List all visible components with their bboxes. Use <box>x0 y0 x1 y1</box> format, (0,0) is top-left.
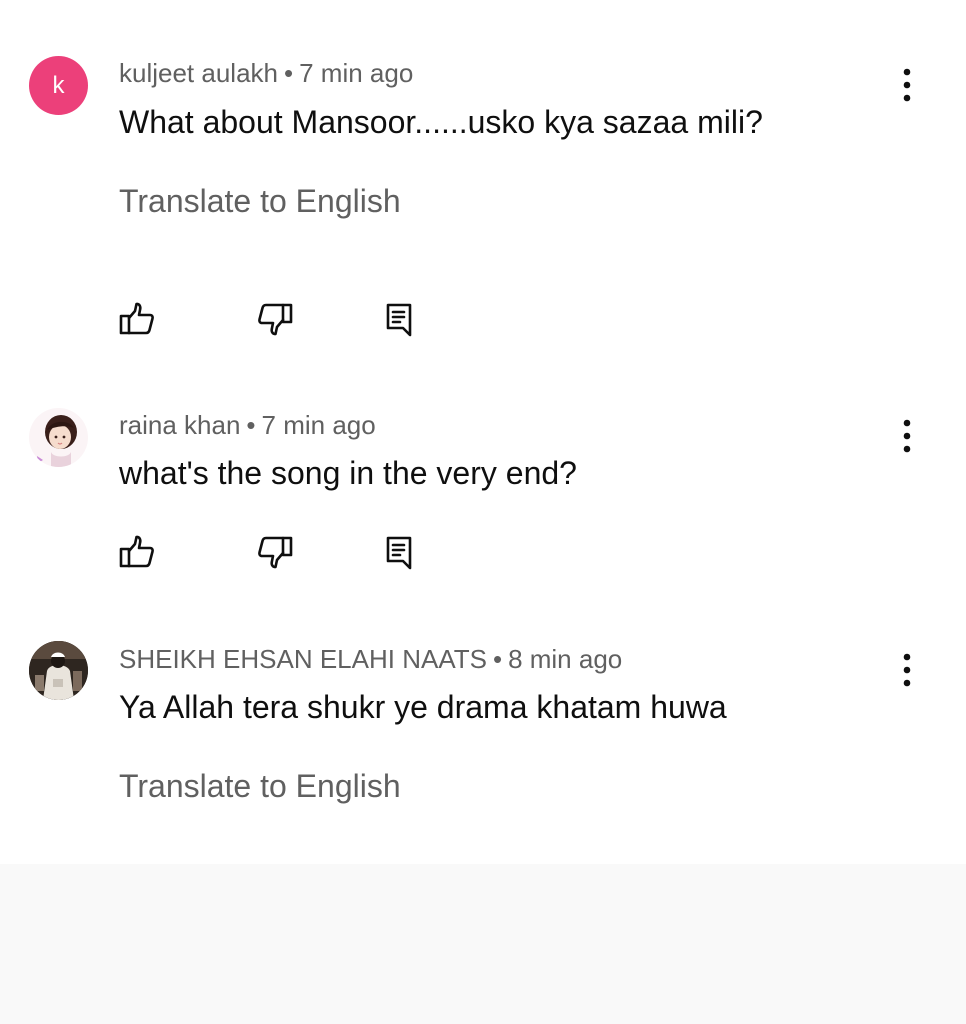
more-vertical-icon <box>903 653 911 687</box>
comment-header: kuljeet aulakh • 7 min ago <box>119 58 413 88</box>
comment-header: SHEIKH EHSAN ELAHI NAATS • 8 min ago <box>119 644 622 674</box>
like-button[interactable] <box>115 297 159 341</box>
more-options-button[interactable] <box>890 414 924 458</box>
thumb-up-icon <box>119 302 154 335</box>
reply-button[interactable] <box>377 297 421 341</box>
thumb-up-icon <box>119 535 154 568</box>
like-button[interactable] <box>115 530 159 574</box>
comment-time: 8 min ago <box>508 644 623 674</box>
comment-author[interactable]: SHEIKH EHSAN ELAHI NAATS <box>119 644 487 674</box>
reply-icon <box>386 303 412 337</box>
dislike-button[interactable] <box>253 297 297 341</box>
reply-icon <box>386 536 412 570</box>
reply-button[interactable] <box>377 530 421 574</box>
more-options-button[interactable] <box>890 648 924 692</box>
comment-header: raina khan • 7 min ago <box>119 410 376 440</box>
dislike-button[interactable] <box>253 530 297 574</box>
more-vertical-icon <box>903 419 911 453</box>
avatar-letter: k <box>52 71 65 99</box>
avatar[interactable] <box>29 408 88 467</box>
comment-author[interactable]: raina khan <box>119 410 240 440</box>
translate-link[interactable]: Translate to English <box>119 181 401 221</box>
avatar[interactable]: k <box>29 56 88 115</box>
comment-author[interactable]: kuljeet aulakh <box>119 58 278 88</box>
translate-link[interactable]: Translate to English <box>119 766 401 806</box>
avatar-image <box>29 408 88 467</box>
avatar-image <box>29 641 88 700</box>
thumb-down-icon <box>258 303 293 336</box>
comment-time: 7 min ago <box>261 410 376 440</box>
thumb-down-icon <box>258 536 293 569</box>
footer-area <box>0 864 966 1024</box>
more-vertical-icon <box>903 68 911 102</box>
avatar[interactable] <box>29 641 88 700</box>
separator-dot: • <box>492 644 503 674</box>
separator-dot: • <box>246 410 256 440</box>
comment-text: What about Mansoor......usko kya sazaa m… <box>119 104 763 140</box>
comment-text: what's the song in the very end? <box>119 455 577 491</box>
separator-dot: • <box>284 58 294 88</box>
more-options-button[interactable] <box>890 63 924 107</box>
comment-time: 7 min ago <box>299 58 414 88</box>
comment-text: Ya Allah tera shukr ye drama khatam huwa <box>119 689 727 725</box>
